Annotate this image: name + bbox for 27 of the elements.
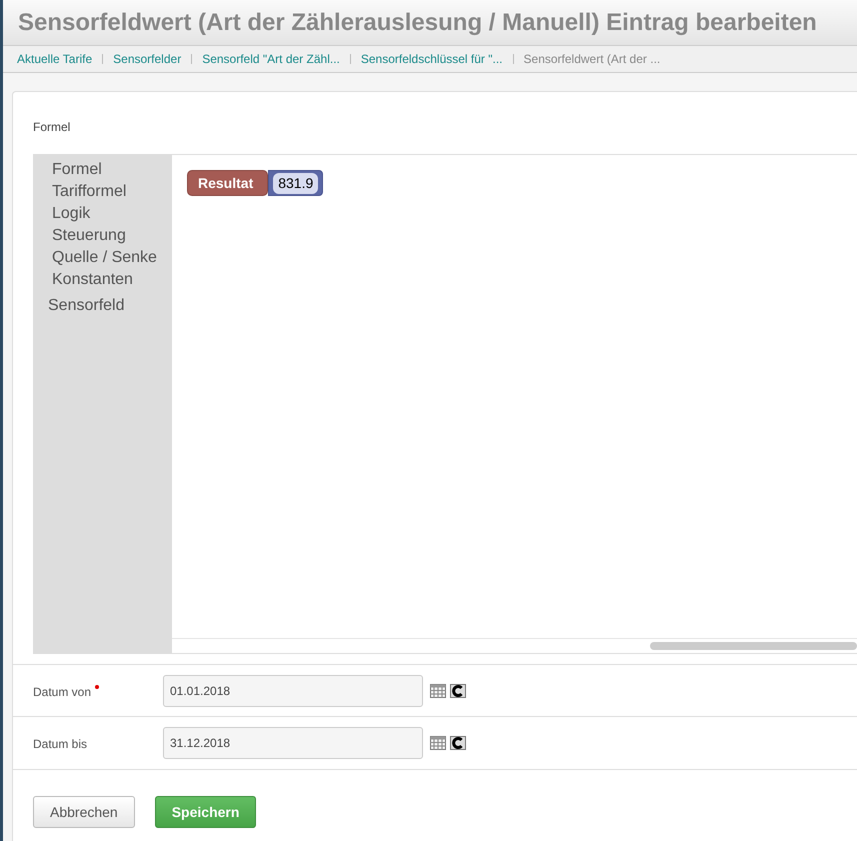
toolbox-category[interactable]: Tarifformel [33, 181, 172, 203]
breadcrumb-link[interactable]: Sensorfeld "Art der Zähl... [202, 50, 340, 68]
toolbox-category[interactable]: Sensorfeld [33, 295, 172, 317]
cancel-button[interactable]: Abbrechen [33, 796, 135, 828]
field-label: Formel [33, 119, 72, 136]
clear-icon[interactable] [450, 684, 466, 698]
breadcrumb-current: Sensorfeldwert (Art der ... [524, 51, 660, 68]
clear-icon[interactable] [450, 736, 466, 750]
result-block[interactable]: Resultat [187, 170, 268, 196]
breadcrumb-link[interactable]: Sensorfeldschlüssel für "... [360, 50, 503, 68]
toolbox-category[interactable]: Konstanten [33, 269, 172, 291]
date-field[interactable]: 31.12.2018 [163, 727, 423, 759]
breadcrumb-link[interactable]: Aktuelle Tarife [17, 50, 92, 68]
field-label: Datum von [33, 684, 92, 701]
date-field[interactable]: 01.01.2018 [163, 674, 423, 706]
number-field[interactable]: 831.9 [273, 172, 318, 194]
toolbox-category[interactable]: Quelle / Senke [33, 247, 172, 269]
calendar-icon[interactable] [430, 736, 446, 750]
horizontal-scrollbar[interactable] [650, 642, 857, 650]
page-title: Sensorfeldwert (Art der Zählerauslesung / Manuell) Eintrag bearbeiten [18, 8, 817, 38]
toolbox-category[interactable]: Steuerung [33, 225, 172, 247]
field-label: Datum bis [33, 736, 88, 753]
calendar-icon[interactable] [430, 684, 446, 698]
value-block[interactable]: 831.9 [268, 170, 324, 196]
toolbox-category[interactable]: Formel [33, 159, 172, 181]
toolbox-category[interactable]: Logik [33, 203, 172, 225]
breadcrumb-link[interactable]: Sensorfelder [113, 50, 182, 68]
